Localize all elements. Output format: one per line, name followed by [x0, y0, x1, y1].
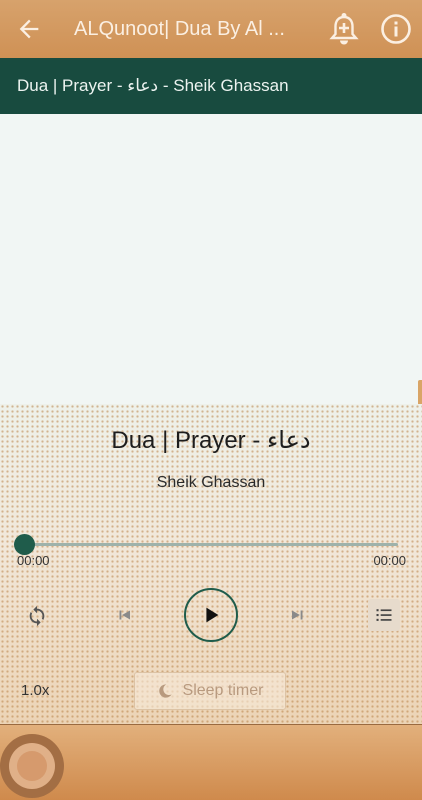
track-title: Dua | Prayer - دعاء — [111, 427, 311, 454]
next-icon — [292, 610, 303, 620]
repeat-icon — [29, 605, 45, 627]
play-button[interactable] — [184, 588, 238, 642]
add-alarm-bell-icon — [329, 13, 359, 45]
playback-speed-button[interactable]: 1.0x — [21, 682, 49, 699]
fab-ring — [9, 743, 55, 789]
sleep-timer-label: Sleep timer — [182, 682, 264, 699]
app-bar: ALQunoot| Dua By Al ... — [0, 0, 422, 58]
next-button[interactable] — [284, 601, 312, 629]
previous-button[interactable] — [110, 601, 138, 629]
content-area — [0, 114, 422, 404]
seek-thumb[interactable] — [14, 534, 35, 555]
current-time: 00:00 — [17, 553, 50, 568]
duration: 00:00 — [373, 553, 406, 568]
sleep-timer-button[interactable]: Sleep timer — [134, 672, 286, 710]
info-icon — [381, 14, 411, 44]
track-subheader: Dua | Prayer - دعاء - Sheik Ghassan — [0, 58, 422, 114]
back-arrow-icon — [19, 19, 39, 39]
moon-icon — [158, 684, 172, 698]
play-icon — [206, 607, 219, 623]
previous-icon — [119, 610, 130, 620]
playlist-button[interactable] — [368, 599, 400, 631]
track-artist: Sheik Ghassan — [156, 474, 266, 491]
back-button[interactable] — [0, 0, 58, 58]
player-panel: Dua | Prayer - دعاء Sheik Ghassan 00:00 … — [0, 404, 422, 724]
app-title: ALQunoot| Dua By Al ... — [74, 17, 285, 40]
floating-action-button[interactable] — [0, 734, 64, 798]
fab-core — [17, 751, 47, 781]
repeat-button[interactable] — [22, 601, 52, 631]
playlist-icon — [376, 609, 392, 621]
add-alarm-button[interactable] — [324, 9, 364, 49]
seek-bar[interactable] — [24, 543, 398, 546]
info-button[interactable] — [376, 9, 416, 49]
